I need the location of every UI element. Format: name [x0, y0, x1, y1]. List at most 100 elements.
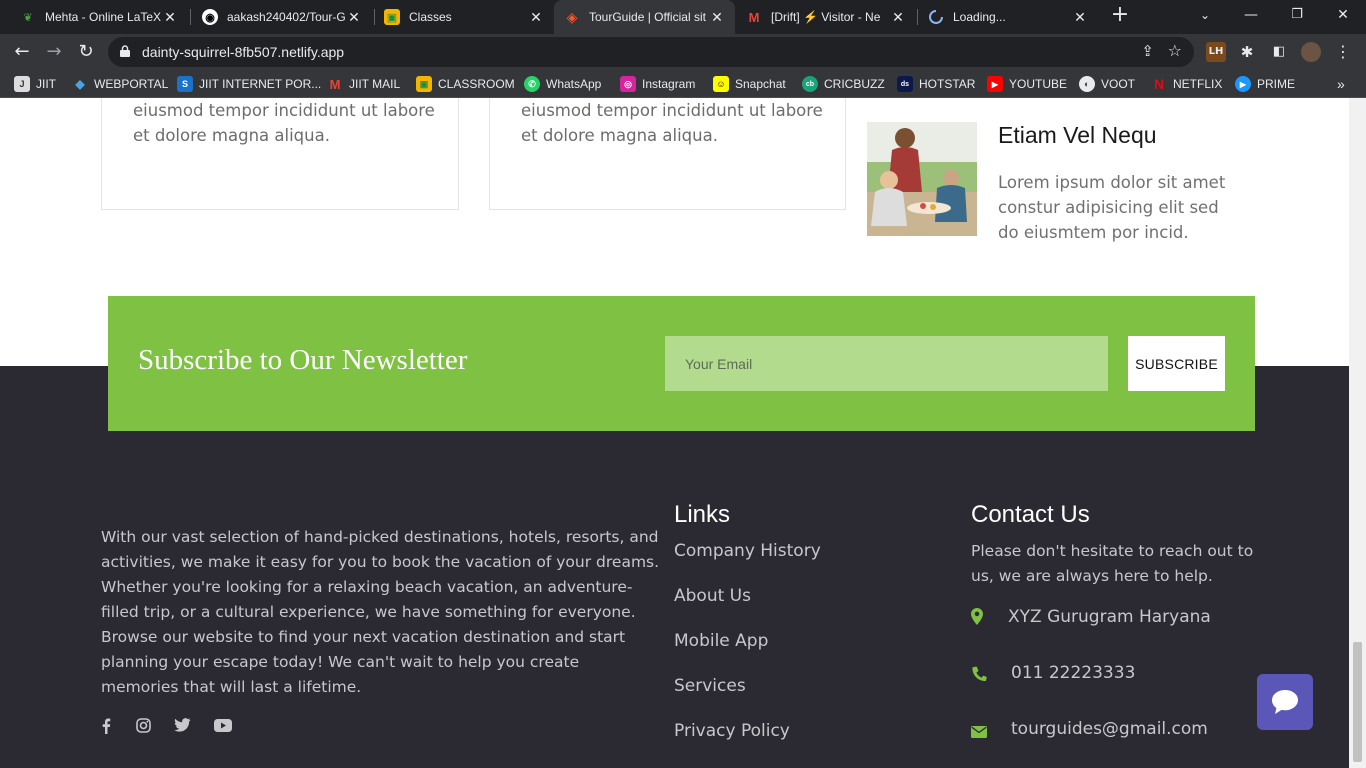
tab-title: Loading... — [953, 10, 1006, 24]
footer-link-mobile-app[interactable]: Mobile App — [674, 631, 768, 651]
bookmark-cricbuzz[interactable]: cb CRICBUZZ — [802, 70, 885, 98]
overleaf-icon: ❦ — [23, 11, 33, 24]
menu-icon[interactable]: ⋮ — [1333, 42, 1353, 62]
footer-link-services[interactable]: Services — [674, 676, 746, 696]
recent-post-text: Lorem ipsum dolor sit amet constur adipi… — [998, 173, 1226, 242]
tab-drift[interactable]: M [Drift] ⚡ Visitor - Ne ✕ — [736, 0, 916, 34]
chat-bubble-icon — [1272, 690, 1298, 714]
bookmark-label: CLASSROOM — [438, 77, 515, 91]
forward-icon[interactable]: → — [42, 40, 66, 64]
side-panel-icon[interactable]: ◧ — [1269, 42, 1289, 62]
tab-tourguide[interactable]: ◈ TourGuide | Official sit ✕ — [554, 0, 735, 34]
newsletter-email-input[interactable] — [665, 336, 1108, 391]
bookmark-whatsapp[interactable]: ✆ WhatsApp — [524, 70, 601, 98]
bookmark-prime[interactable]: ▶ PRIME — [1235, 70, 1295, 98]
contact-phone: 011 22223333 — [1011, 663, 1136, 683]
footer-link-about-us[interactable]: About Us — [674, 586, 751, 606]
close-icon[interactable]: ✕ — [709, 9, 725, 26]
bookmark-star-icon[interactable]: ☆ — [1168, 41, 1182, 60]
contact-email[interactable]: tourguides@gmail.com — [1011, 719, 1208, 739]
github-icon: ◉ — [202, 9, 218, 25]
page-scrollbar[interactable] — [1349, 98, 1366, 768]
bookmark-classroom[interactable]: ▣ CLASSROOM — [416, 70, 515, 98]
tab-search-icon[interactable]: ⌄ — [1182, 0, 1228, 30]
twitter-icon[interactable] — [171, 718, 193, 740]
bookmark-webportal[interactable]: ◆ WEBPORTAL — [72, 70, 168, 98]
facebook-icon[interactable] — [95, 718, 117, 740]
classroom-icon: ▣ — [416, 76, 432, 92]
phone-icon — [971, 665, 991, 685]
chat-widget-button[interactable] — [1257, 674, 1313, 730]
tab-title: Mehta - Online LaTeX — [45, 10, 162, 24]
bookmark-label: WEBPORTAL — [94, 77, 169, 91]
links-heading: Links — [674, 501, 731, 528]
bookmark-label: VOOT — [1101, 77, 1136, 91]
cricbuzz-icon: cb — [802, 76, 818, 92]
bookmark-snapchat[interactable]: ☺ Snapchat — [713, 70, 786, 98]
tab-title: TourGuide | Official sit — [589, 10, 706, 24]
footer-about-text: With our vast selection of hand-picked d… — [101, 528, 660, 696]
classroom-icon: ▣ — [384, 9, 400, 25]
extension-lh-icon[interactable]: LH — [1206, 42, 1226, 62]
bookmark-jiit[interactable]: J JIIT — [14, 70, 56, 98]
prime-icon: ▶ — [1235, 76, 1251, 92]
sophos-icon: S — [177, 76, 193, 92]
contact-address: XYZ Gurugram Haryana — [1008, 607, 1211, 627]
bookmark-label: JIIT INTERNET POR... — [199, 77, 322, 91]
bookmark-youtube[interactable]: ▶ YOUTUBE — [987, 70, 1067, 98]
more-bookmarks-icon[interactable]: » — [1337, 70, 1345, 98]
bookmark-instagram[interactable]: ◎ Instagram — [620, 70, 695, 98]
scrollbar-thumb[interactable] — [1353, 642, 1362, 762]
subscribe-button[interactable]: SUBSCRIBE — [1128, 336, 1225, 391]
page-viewport: eiusmod tempor incididunt ut labore et d… — [0, 98, 1349, 768]
youtube-icon[interactable] — [212, 718, 234, 740]
bookmark-jiit-internet-portal[interactable]: S JIIT INTERNET POR... — [177, 70, 321, 98]
bookmark-label: JIIT — [36, 77, 56, 91]
footer-link-company-history[interactable]: Company History — [674, 541, 821, 561]
profile-avatar[interactable] — [1301, 42, 1321, 62]
location-pin-icon — [971, 608, 991, 628]
bookmark-label: Snapchat — [735, 77, 786, 91]
bookmark-label: HOTSTAR — [919, 77, 976, 91]
close-icon[interactable]: ✕ — [162, 9, 178, 26]
reload-icon[interactable]: ↻ — [74, 40, 98, 64]
feature-card: eiusmod tempor incididunt ut labore et d… — [489, 98, 846, 210]
tab-separator — [190, 9, 191, 25]
tab-title: [Drift] ⚡ Visitor - Ne — [771, 10, 881, 24]
bookmark-label: YOUTUBE — [1009, 77, 1068, 91]
tab-title: Classes — [409, 10, 452, 24]
jiit-icon: J — [14, 76, 30, 92]
minimize-icon[interactable]: — — [1228, 0, 1274, 30]
bookmark-hotstar[interactable]: ds HOTSTAR — [897, 70, 975, 98]
bookmark-label: Instagram — [642, 77, 696, 91]
footer-link-privacy-policy[interactable]: Privacy Policy — [674, 721, 790, 741]
bookmark-netflix[interactable]: N NETFLIX — [1151, 70, 1222, 98]
recent-post-title[interactable]: Etiam Vel Nequ — [998, 122, 1157, 149]
share-icon[interactable]: ⇪ — [1141, 42, 1154, 60]
instagram-icon[interactable] — [132, 718, 154, 740]
tab-loading[interactable]: Loading... ✕ — [918, 0, 1098, 34]
bookmark-jiit-mail[interactable]: M JIIT MAIL — [327, 70, 401, 98]
tab-title: aakash240402/Tour-G — [227, 10, 346, 24]
close-icon[interactable]: ✕ — [890, 9, 906, 26]
tab-github[interactable]: ◉ aakash240402/Tour-G ✕ — [192, 0, 372, 34]
instagram-icon: ◎ — [620, 76, 636, 92]
restore-icon[interactable]: ❐ — [1274, 0, 1320, 30]
window-close-icon[interactable]: ✕ — [1320, 0, 1366, 30]
snapchat-icon: ☺ — [713, 76, 729, 92]
close-icon[interactable]: ✕ — [1072, 9, 1088, 26]
new-tab-icon[interactable]: + — [1108, 4, 1132, 28]
card-text: eiusmod tempor incididunt ut labore et d… — [133, 101, 435, 145]
tab-overleaf[interactable]: ❦ Mehta - Online LaTeX ✕ — [10, 0, 188, 34]
back-icon[interactable]: ← — [10, 40, 34, 64]
bookmark-label: JIIT MAIL — [349, 77, 401, 91]
hotstar-icon: ds — [897, 76, 913, 92]
close-icon[interactable]: ✕ — [346, 9, 362, 26]
recent-post-image[interactable] — [867, 122, 977, 236]
address-bar[interactable]: dainty-squirrel-8fb507.netlify.app ⇪ ☆ — [108, 37, 1194, 67]
tab-classes[interactable]: ▣ Classes ✕ — [374, 0, 554, 34]
bookmark-voot[interactable]: ◐ VOOT — [1079, 70, 1135, 98]
contact-text: Please don't hesitate to reach out to us… — [971, 542, 1254, 585]
close-icon[interactable]: ✕ — [528, 9, 544, 26]
extensions-puzzle-icon[interactable]: ✱ — [1237, 42, 1257, 62]
